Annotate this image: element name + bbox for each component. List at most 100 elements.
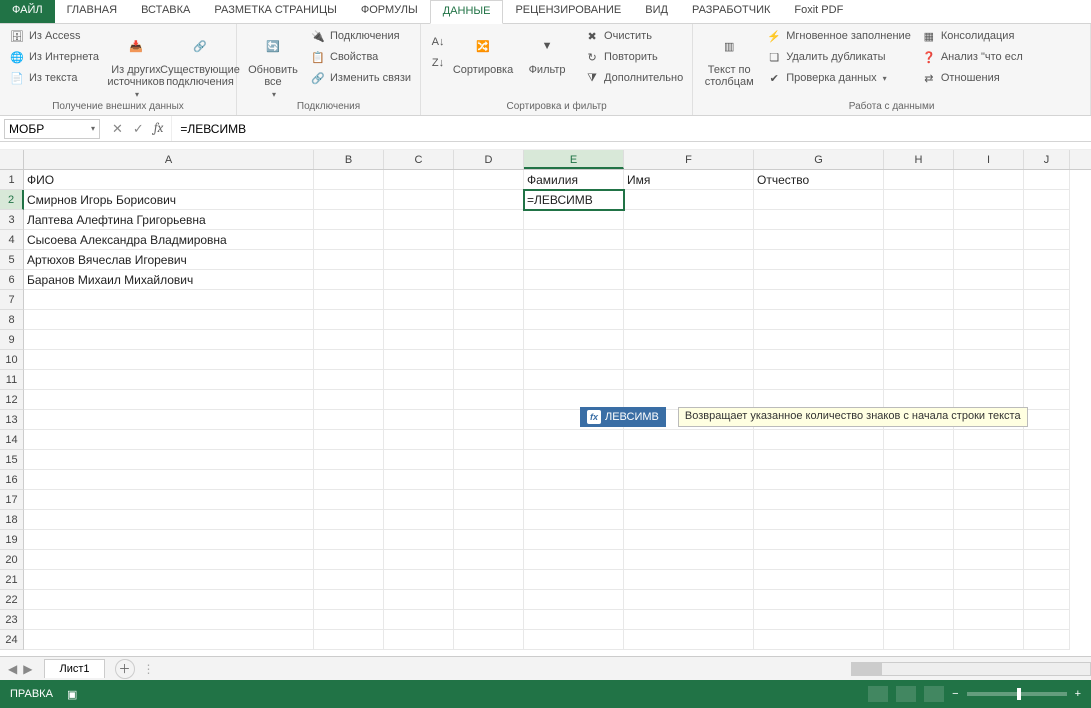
cell-J16[interactable] xyxy=(1024,470,1070,490)
cell-H20[interactable] xyxy=(884,550,954,570)
cell-C2[interactable] xyxy=(384,190,454,210)
cell-E19[interactable] xyxy=(524,530,624,550)
zoom-in-icon[interactable]: + xyxy=(1075,688,1081,700)
cell-D17[interactable] xyxy=(454,490,524,510)
cell-A9[interactable] xyxy=(24,330,314,350)
cell-B6[interactable] xyxy=(314,270,384,290)
cell-E1[interactable]: Фамилия xyxy=(524,170,624,190)
btn-filter[interactable]: ▼ Фильтр xyxy=(517,26,577,76)
cell-A7[interactable] xyxy=(24,290,314,310)
cell-D8[interactable] xyxy=(454,310,524,330)
cell-D14[interactable] xyxy=(454,430,524,450)
cell-G15[interactable] xyxy=(754,450,884,470)
cell-G20[interactable] xyxy=(754,550,884,570)
cell-A10[interactable] xyxy=(24,350,314,370)
btn-whatif[interactable]: ❓Анализ "что есл xyxy=(918,47,1026,67)
cell-C13[interactable] xyxy=(384,410,454,430)
tab-review[interactable]: РЕЦЕНЗИРОВАНИЕ xyxy=(503,0,633,23)
tab-developer[interactable]: РАЗРАБОТЧИК xyxy=(680,0,782,23)
btn-from-web[interactable]: 🌐Из Интернета xyxy=(6,47,102,67)
cell-D2[interactable] xyxy=(454,190,524,210)
tab-data[interactable]: ДАННЫЕ xyxy=(430,0,504,24)
cell-G18[interactable] xyxy=(754,510,884,530)
cell-C8[interactable] xyxy=(384,310,454,330)
tab-formulas[interactable]: ФОРМУЛЫ xyxy=(349,0,430,23)
cell-B1[interactable] xyxy=(314,170,384,190)
cell-J17[interactable] xyxy=(1024,490,1070,510)
cell-B5[interactable] xyxy=(314,250,384,270)
cell-J11[interactable] xyxy=(1024,370,1070,390)
cell-J5[interactable] xyxy=(1024,250,1070,270)
cell-B13[interactable] xyxy=(314,410,384,430)
cell-G5[interactable] xyxy=(754,250,884,270)
cell-A14[interactable] xyxy=(24,430,314,450)
cell-F10[interactable] xyxy=(624,350,754,370)
cell-H11[interactable] xyxy=(884,370,954,390)
cell-C24[interactable] xyxy=(384,630,454,650)
cell-H3[interactable] xyxy=(884,210,954,230)
sheet-tab[interactable]: Лист1 xyxy=(44,659,104,678)
cell-C15[interactable] xyxy=(384,450,454,470)
cell-G9[interactable] xyxy=(754,330,884,350)
zoom-out-icon[interactable]: − xyxy=(952,688,958,700)
cell-H21[interactable] xyxy=(884,570,954,590)
cell-D21[interactable] xyxy=(454,570,524,590)
cell-B16[interactable] xyxy=(314,470,384,490)
cell-J1[interactable] xyxy=(1024,170,1070,190)
chevron-down-icon[interactable]: ▾ xyxy=(91,124,95,133)
cell-I9[interactable] xyxy=(954,330,1024,350)
cell-H1[interactable] xyxy=(884,170,954,190)
btn-data-validation[interactable]: ✔Проверка данных▾ xyxy=(763,68,914,88)
col-header-J[interactable]: J xyxy=(1024,150,1070,169)
cell-E5[interactable] xyxy=(524,250,624,270)
cell-I17[interactable] xyxy=(954,490,1024,510)
tab-page-layout[interactable]: РАЗМЕТКА СТРАНИЦЫ xyxy=(202,0,348,23)
cell-E16[interactable] xyxy=(524,470,624,490)
cell-F19[interactable] xyxy=(624,530,754,550)
cell-E17[interactable] xyxy=(524,490,624,510)
cell-J3[interactable] xyxy=(1024,210,1070,230)
row-header[interactable]: 3 xyxy=(0,210,24,230)
cell-I14[interactable] xyxy=(954,430,1024,450)
cell-E9[interactable] xyxy=(524,330,624,350)
cell-H14[interactable] xyxy=(884,430,954,450)
col-header-C[interactable]: C xyxy=(384,150,454,169)
btn-connections[interactable]: 🔌Подключения xyxy=(307,26,414,46)
cell-D5[interactable] xyxy=(454,250,524,270)
row-header[interactable]: 1 xyxy=(0,170,24,190)
cell-F2[interactable] xyxy=(624,190,754,210)
cell-F7[interactable] xyxy=(624,290,754,310)
cell-G11[interactable] xyxy=(754,370,884,390)
cell-I22[interactable] xyxy=(954,590,1024,610)
cell-J19[interactable] xyxy=(1024,530,1070,550)
cell-B11[interactable] xyxy=(314,370,384,390)
cell-B14[interactable] xyxy=(314,430,384,450)
col-header-H[interactable]: H xyxy=(884,150,954,169)
row-header[interactable]: 17 xyxy=(0,490,24,510)
cell-B21[interactable] xyxy=(314,570,384,590)
cell-A11[interactable] xyxy=(24,370,314,390)
cell-E22[interactable] xyxy=(524,590,624,610)
cell-G24[interactable] xyxy=(754,630,884,650)
cell-B9[interactable] xyxy=(314,330,384,350)
cell-J4[interactable] xyxy=(1024,230,1070,250)
cell-B7[interactable] xyxy=(314,290,384,310)
row-header[interactable]: 22 xyxy=(0,590,24,610)
cell-A21[interactable] xyxy=(24,570,314,590)
btn-refresh-all[interactable]: 🔄 Обновить все▾ xyxy=(243,26,303,99)
zoom-slider[interactable] xyxy=(967,692,1067,696)
cell-I16[interactable] xyxy=(954,470,1024,490)
cell-F16[interactable] xyxy=(624,470,754,490)
cell-A18[interactable] xyxy=(24,510,314,530)
cell-F18[interactable] xyxy=(624,510,754,530)
cell-H22[interactable] xyxy=(884,590,954,610)
cell-F9[interactable] xyxy=(624,330,754,350)
cell-A12[interactable] xyxy=(24,390,314,410)
row-header[interactable]: 21 xyxy=(0,570,24,590)
cell-H6[interactable] xyxy=(884,270,954,290)
row-header[interactable]: 7 xyxy=(0,290,24,310)
cell-G10[interactable] xyxy=(754,350,884,370)
cell-C21[interactable] xyxy=(384,570,454,590)
cell-C9[interactable] xyxy=(384,330,454,350)
cell-D15[interactable] xyxy=(454,450,524,470)
